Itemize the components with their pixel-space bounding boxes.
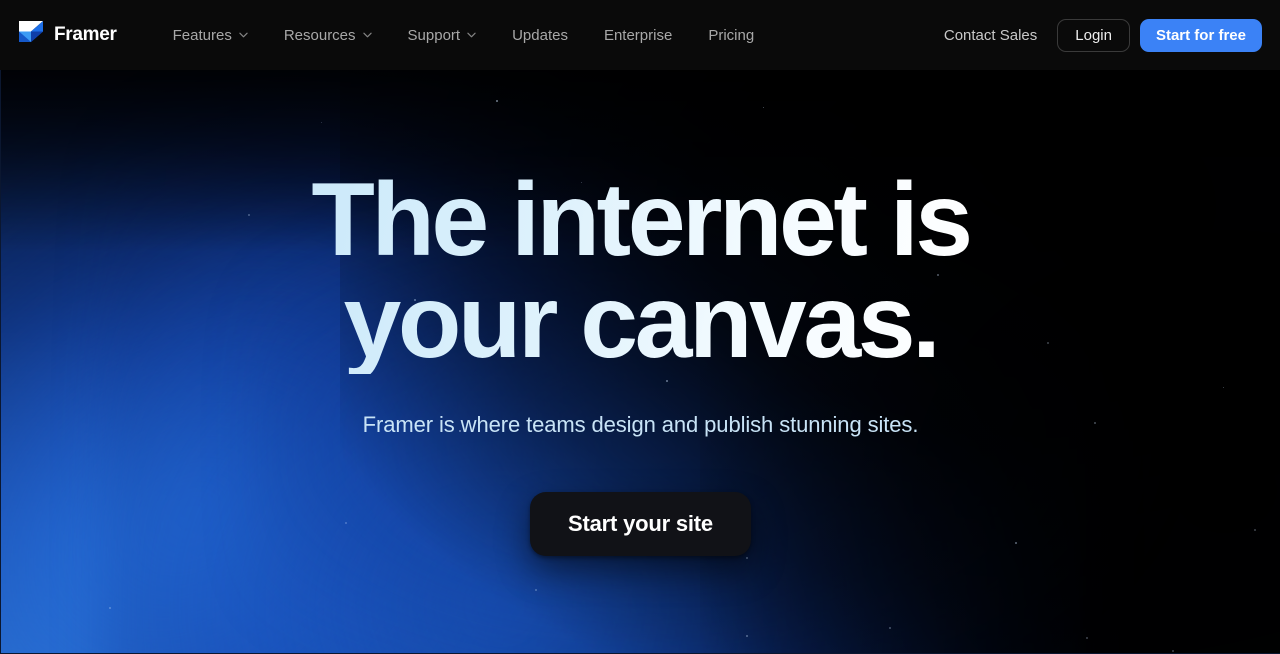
chevron-down-icon [239,32,248,38]
primary-navigation: Features Resources Support Updates Enter… [155,19,773,52]
nav-item-enterprise[interactable]: Enterprise [586,19,690,52]
hero-headline-line-1: The internet is [311,162,970,278]
nav-label: Pricing [708,26,755,44]
hero-headline-line-2: your canvas. [343,263,938,380]
contact-sales-link[interactable]: Contact Sales [934,19,1047,52]
brand-name: Framer [54,24,117,45]
hero-section: The internet is your canvas. Framer is w… [0,62,1280,654]
nav-label: Updates [512,26,568,44]
start-for-free-button[interactable]: Start for free [1139,18,1262,52]
hero-headline: The internet is your canvas. [311,170,969,374]
chevron-down-icon [467,32,476,38]
framer-logo-icon [18,20,44,50]
header-actions: Contact Sales Login Start for free [934,18,1262,52]
nav-item-support[interactable]: Support [390,19,495,52]
nav-label: Features [172,26,232,44]
nav-item-resources[interactable]: Resources [266,19,390,52]
chevron-down-icon [362,32,372,38]
login-button[interactable]: Login [1057,18,1130,52]
nav-item-pricing[interactable]: Pricing [690,19,772,52]
nav-item-updates[interactable]: Updates [494,19,586,52]
nav-item-features[interactable]: Features [155,19,266,52]
hero-content: The internet is your canvas. Framer is w… [1,62,1280,653]
nav-label: Resources [283,26,356,44]
start-your-site-button[interactable]: Start your site [530,491,751,556]
site-header: Framer Features Resources Support Update… [0,0,1280,70]
hero-subheadline: Framer is where teams design and publish… [362,411,919,437]
nav-label: Enterprise [603,26,673,44]
nav-label: Support [407,26,461,44]
framer-landing-page: Framer Features Resources Support Update… [0,0,1280,654]
brand-logo-link[interactable]: Framer [18,20,117,50]
